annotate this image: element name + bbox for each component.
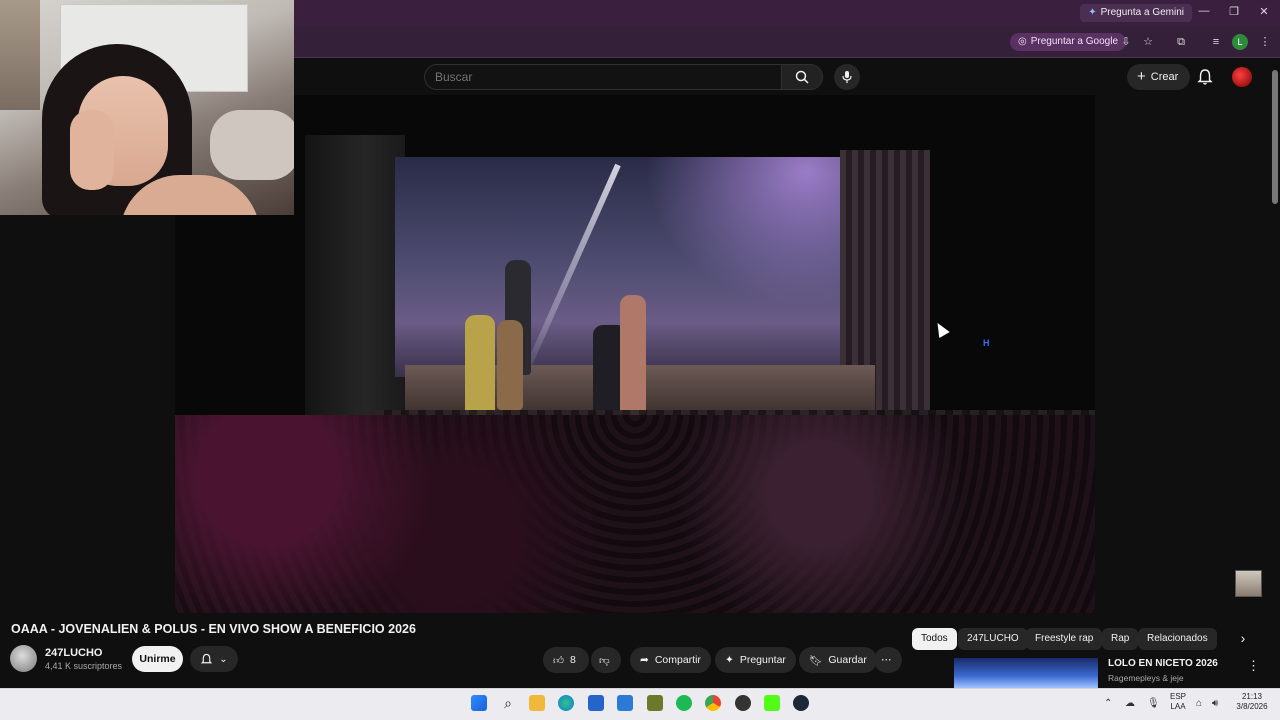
close-icon[interactable]: ✕: [1256, 5, 1272, 18]
ask-label: Preguntar: [739, 654, 786, 666]
bookmark-star-icon[interactable]: ☆: [1140, 34, 1156, 50]
spotify-icon[interactable]: [676, 695, 692, 711]
steam-icon[interactable]: [793, 695, 809, 711]
scrollbar-thumb[interactable]: [1272, 70, 1278, 204]
thumbs-down-icon: 👎︎: [599, 654, 610, 667]
save-label: Guardar: [828, 654, 867, 666]
restore-icon[interactable]: ❐: [1226, 5, 1242, 18]
chrome-icon[interactable]: [705, 695, 721, 711]
search-button[interactable]: [781, 64, 823, 90]
create-label: Crear: [1150, 71, 1179, 83]
related-video-channel[interactable]: Ragemepleys & jeje: [1108, 673, 1184, 683]
subscriber-count: 4,41 K suscriptores: [45, 661, 123, 671]
clock[interactable]: 21:13 3/8/2026: [1232, 692, 1272, 712]
lens-icon: ◎: [1018, 36, 1027, 47]
browser-menu-icon[interactable]: ⋮: [1257, 34, 1273, 50]
volume-icon[interactable]: 🔊︎: [1212, 698, 1218, 709]
search-box[interactable]: [424, 64, 782, 90]
kick-icon[interactable]: [764, 695, 780, 711]
input-language[interactable]: ESP LAA: [1168, 692, 1188, 712]
gemini-button[interactable]: ✦ Pregunta a Gemini: [1080, 4, 1192, 22]
share-button[interactable]: ➦ Compartir: [630, 647, 711, 673]
crowd: [175, 415, 1095, 613]
join-button[interactable]: Unirme: [132, 646, 183, 672]
voice-search-button[interactable]: [834, 64, 860, 90]
webcam-person-hand: [70, 110, 114, 190]
extensions-icon[interactable]: ⧉: [1173, 34, 1189, 50]
sparkle-icon: ✦: [1088, 7, 1097, 18]
related-video-thumbnail[interactable]: [954, 658, 1098, 688]
media-controls-icon[interactable]: ≡: [1208, 34, 1224, 50]
outlook-icon[interactable]: [617, 695, 633, 711]
channel-name[interactable]: 247LUCHO: [45, 647, 102, 659]
search-icon: [795, 70, 809, 84]
chevron-down-icon: ⌄: [219, 653, 228, 665]
save-button[interactable]: 🔖︎ Guardar: [799, 647, 877, 673]
chevron-right-icon[interactable]: ›: [1232, 630, 1254, 650]
account-avatar[interactable]: [1232, 67, 1252, 87]
filter-chip[interactable]: Rap: [1102, 628, 1139, 650]
related-more-icon[interactable]: ⋮: [1247, 658, 1260, 674]
microphone-tray-icon[interactable]: 🎙︎: [1147, 698, 1160, 709]
like-button[interactable]: 👍︎ 8: [543, 647, 589, 673]
windows-taskbar: [0, 688, 1280, 720]
gemini-button-label: Pregunta a Gemini: [1100, 7, 1184, 18]
profile-avatar[interactable]: L: [1232, 34, 1248, 50]
like-count: 8: [569, 654, 576, 666]
video-title: OAAA - JOVENALIEN & POLUS - EN VIVO SHOW…: [11, 622, 416, 636]
ask-google-label: Preguntar a Google: [1030, 36, 1119, 47]
bookmark-icon: 🔖︎: [809, 654, 823, 667]
notifications-bell-icon[interactable]: [1196, 68, 1214, 86]
file-explorer-icon[interactable]: [529, 695, 545, 711]
obs-icon[interactable]: [735, 695, 751, 711]
cloud-icon[interactable]: ☁: [1125, 698, 1135, 709]
keyboard-layout: LAA: [1170, 702, 1186, 711]
minimize-icon[interactable]: —: [1196, 5, 1212, 17]
create-button[interactable]: + Crear: [1127, 64, 1191, 90]
video-player[interactable]: H: [175, 95, 1095, 613]
more-horizontal-icon: ⋯: [881, 654, 892, 666]
channel-watermark[interactable]: [1235, 570, 1262, 597]
stage-curtain-left: [305, 135, 405, 425]
webcam-pillow: [210, 110, 294, 180]
performer: [465, 315, 495, 415]
ask-google-button[interactable]: ◎ Preguntar a Google: [1010, 33, 1127, 51]
store-icon[interactable]: [588, 695, 604, 711]
ask-button[interactable]: ✦ Preguntar: [715, 647, 796, 673]
edge-icon[interactable]: [558, 695, 574, 711]
subscription-notify-button[interactable]: ⌄: [190, 646, 238, 672]
more-actions-button[interactable]: ⋯: [874, 647, 902, 673]
sparkle-icon: ✦: [725, 654, 734, 666]
start-menu-icon[interactable]: [471, 695, 487, 711]
webcam-overlay: [0, 0, 294, 215]
venue-sign: H: [983, 338, 990, 348]
filter-chip[interactable]: Todos: [912, 628, 957, 650]
performer: [497, 320, 523, 410]
microphone-icon: [842, 71, 852, 83]
dislike-button[interactable]: 👎︎: [591, 647, 621, 673]
thumbs-up-icon: 👍︎: [553, 654, 564, 667]
performer: [620, 295, 646, 415]
install-app-icon[interactable]: ⇩: [1118, 34, 1134, 50]
search-input[interactable]: [435, 70, 765, 84]
share-label: Compartir: [654, 654, 701, 666]
network-icon[interactable]: ⌂: [1196, 698, 1202, 709]
webcam-shelf: [0, 0, 40, 110]
filter-chip[interactable]: Freestyle rap: [1026, 628, 1103, 650]
clock-date: 3/8/2026: [1236, 702, 1268, 711]
filter-chip[interactable]: Relacionados: [1138, 628, 1217, 650]
app-icon[interactable]: [647, 695, 663, 711]
filter-chip[interactable]: 247LUCHO: [958, 628, 1028, 650]
plus-icon: +: [1137, 68, 1146, 85]
language-code: ESP: [1169, 692, 1186, 701]
search-icon[interactable]: ⌕: [500, 695, 516, 711]
share-arrow-icon: ➦: [640, 654, 649, 666]
clock-time: 21:13: [1241, 692, 1263, 701]
channel-avatar[interactable]: [10, 645, 37, 672]
bell-icon: [201, 653, 213, 663]
tray-overflow-icon[interactable]: ⌃: [1104, 698, 1112, 709]
related-video-title[interactable]: LOLO EN NICETO 2026: [1108, 658, 1218, 669]
